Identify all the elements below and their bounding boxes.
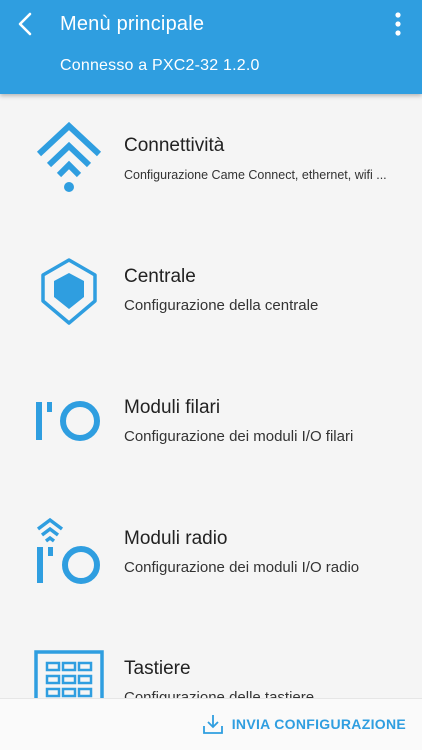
menu-item-label: Connettività: [124, 135, 225, 156]
chevron-left-icon: [18, 12, 32, 36]
bottom-action-bar: INVIA CONFIGURAZIONE: [0, 698, 422, 750]
more-vertical-icon: [395, 12, 401, 36]
menu-item-label: Centrale: [124, 266, 196, 287]
send-configuration-button[interactable]: INVIA CONFIGURAZIONE: [202, 711, 406, 737]
menu-item-connettivita[interactable]: Connettività Configurazione Came Connect…: [0, 94, 422, 225]
app-bar: Menù principale Connesso a PXC2-32 1.2.0: [0, 0, 422, 94]
send-configuration-label: INVIA CONFIGURAZIONE: [231, 716, 406, 732]
menu-item-label: Moduli radio: [124, 528, 228, 549]
menu-item-label: Moduli filari: [124, 397, 221, 418]
menu-item-description: Configurazione dei moduli I/O filari: [124, 428, 354, 445]
menu-item-description: Configurazione dei moduli I/O radio: [124, 559, 360, 576]
main-menu-list: Connettività Configurazione Came Connect…: [0, 94, 422, 698]
io-radio-icon: [34, 517, 104, 587]
menu-item-description: Configurazione Came Connect, ethernet, w…: [124, 168, 387, 182]
page-title: Menù principale: [60, 13, 205, 35]
menu-item-description: Configurazione della centrale: [124, 297, 319, 314]
menu-item-tastiere[interactable]: Tastiere Configurazione delle tastiere: [0, 618, 422, 698]
menu-item-description: Configurazione delle tastiere: [124, 689, 315, 698]
menu-item-label: Tastiere: [124, 658, 191, 679]
connection-status: Connesso a PXC2-32 1.2.0: [60, 57, 260, 74]
menu-item-centrale[interactable]: Centrale Configurazione della centrale: [0, 225, 422, 356]
shield-icon: [34, 257, 104, 327]
keypad-icon: [34, 650, 104, 698]
download-icon: [202, 715, 223, 734]
wifi-icon: [34, 122, 104, 192]
io-icon: [34, 386, 104, 456]
back-button[interactable]: [10, 8, 42, 40]
menu-item-moduli-filari[interactable]: Moduli filari Configurazione dei moduli …: [0, 356, 422, 487]
overflow-menu-button[interactable]: [384, 8, 412, 40]
menu-item-moduli-radio[interactable]: Moduli radio Configurazione dei moduli I…: [0, 487, 422, 618]
